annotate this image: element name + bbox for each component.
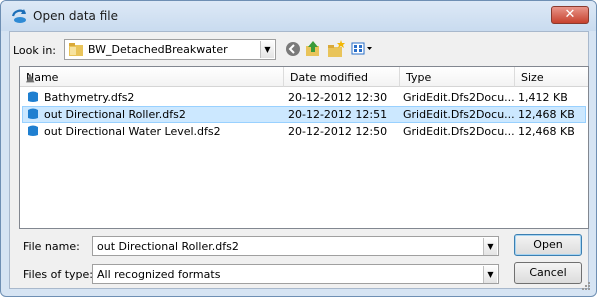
sort-caret-icon: ▲ [26, 71, 35, 84]
file-date: 20-12-2012 12:30 [288, 91, 388, 104]
new-folder-icon[interactable] [326, 39, 346, 59]
column-header-name[interactable]: Name ▲ [20, 67, 284, 87]
file-date: 20-12-2012 12:50 [288, 125, 388, 138]
file-size: 12,468 KB [518, 125, 575, 138]
dfs2-file-icon [28, 91, 38, 102]
file-type-dropdown[interactable]: All recognized formats ▼ [92, 264, 499, 284]
file-row[interactable]: Bathymetry.dfs2 20-12-2012 12:30 GridEdi… [22, 89, 586, 106]
files-of-type-label: Files of type: [23, 268, 94, 281]
file-list[interactable]: Name ▲ Date modified Type Size Bathymetr… [19, 66, 589, 229]
column-header-date[interactable]: Date modified [284, 67, 400, 87]
file-size: 1,412 KB [518, 91, 568, 104]
file-type-value: All recognized formats [97, 268, 221, 281]
title-bar[interactable]: Open data file ✕ [1, 1, 596, 31]
column-header-type[interactable]: Type [400, 67, 515, 87]
close-button[interactable]: ✕ [551, 6, 589, 24]
file-name: out Directional Water Level.dfs2 [44, 125, 221, 138]
column-size-label: Size [521, 71, 544, 84]
file-date: 20-12-2012 12:51 [288, 108, 388, 121]
close-icon: ✕ [564, 7, 576, 22]
back-icon[interactable] [283, 39, 303, 59]
folder-icon [69, 43, 83, 56]
look-in-dropdown[interactable]: BW_DetachedBreakwater ▼ [64, 39, 276, 60]
dfs2-file-icon [28, 125, 38, 136]
file-row-selected[interactable]: out Directional Roller.dfs2 20-12-2012 1… [22, 106, 586, 123]
window-title: Open data file [33, 9, 118, 23]
file-name-field[interactable]: out Directional Roller.dfs2 ▼ [92, 236, 499, 256]
file-row[interactable]: out Directional Water Level.dfs2 20-12-2… [22, 123, 586, 140]
file-name: Bathymetry.dfs2 [44, 91, 135, 104]
column-type-label: Type [406, 71, 432, 84]
dfs2-file-icon [28, 108, 38, 119]
up-folder-icon[interactable] [303, 39, 323, 59]
resize-grip-icon[interactable] [581, 281, 591, 291]
open-file-dialog: Open data file ✕ Look in: BW_DetachedBre… [0, 0, 597, 297]
file-type: GridEdit.Dfs2Docu... [403, 108, 515, 121]
look-in-label: Look in: [13, 44, 56, 57]
file-name-value: out Directional Roller.dfs2 [97, 240, 239, 253]
view-menu-icon[interactable] [350, 39, 374, 59]
file-name-label: File name: [23, 240, 80, 253]
column-header-size[interactable]: Size [515, 67, 588, 87]
column-date-label: Date modified [290, 71, 368, 84]
file-name: out Directional Roller.dfs2 [44, 108, 186, 121]
look-in-value: BW_DetachedBreakwater [88, 43, 228, 56]
chevron-down-icon[interactable]: ▼ [483, 238, 497, 255]
chevron-down-icon[interactable]: ▼ [483, 266, 497, 283]
file-type: GridEdit.Dfs2Docu... [403, 91, 515, 104]
chevron-down-icon[interactable]: ▼ [260, 41, 274, 58]
file-size: 12,468 KB [518, 108, 575, 121]
cancel-button[interactable]: Cancel [514, 262, 582, 284]
file-type: GridEdit.Dfs2Docu... [403, 125, 515, 138]
open-button[interactable]: Open [514, 234, 582, 256]
open-data-icon [11, 9, 26, 23]
